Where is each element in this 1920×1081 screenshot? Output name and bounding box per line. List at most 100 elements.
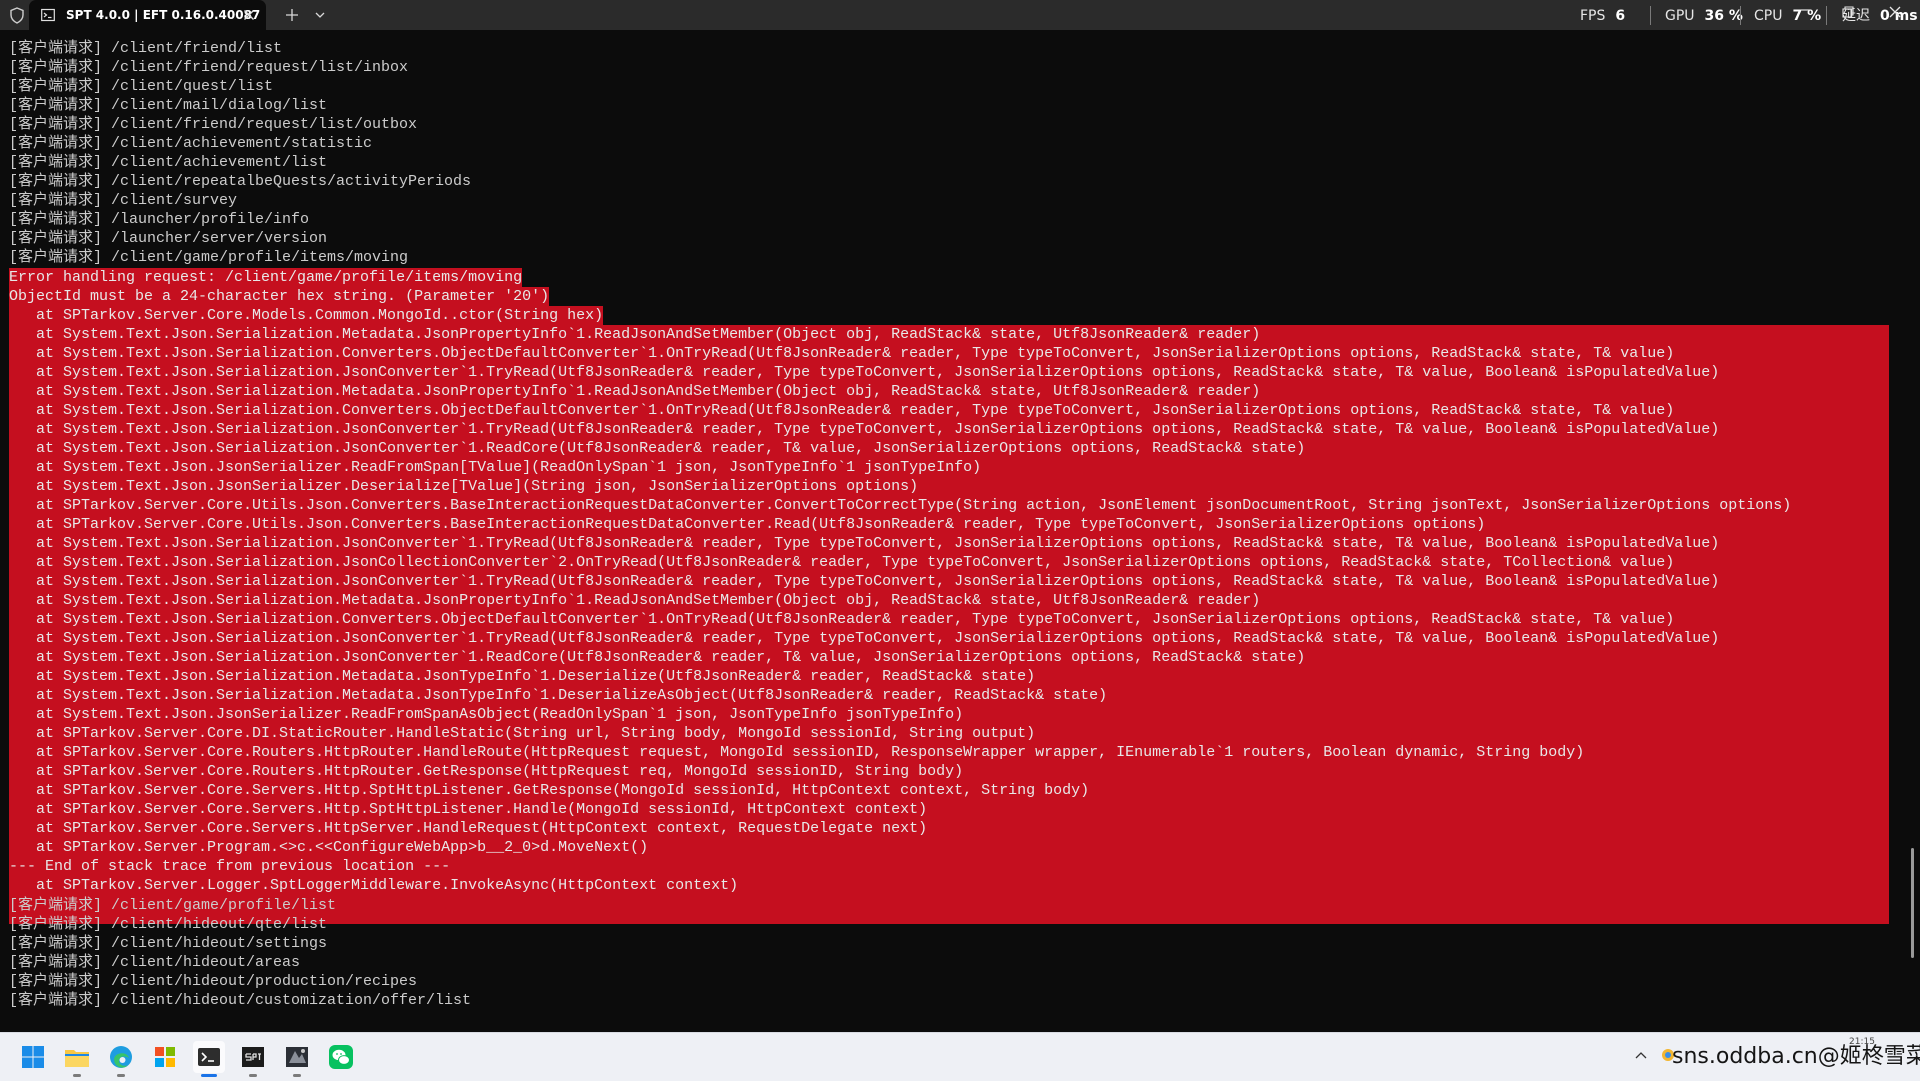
log-line: [客户端请求] /client/repeatalbeQuests/activit… bbox=[9, 173, 472, 190]
stack-line: at SPTarkov.Server.Core.Servers.HttpServ… bbox=[9, 819, 928, 838]
taskbar-tarkov[interactable] bbox=[281, 1041, 313, 1077]
stack-line: at System.Text.Json.Serialization.Metada… bbox=[9, 382, 1261, 401]
running-indicator bbox=[73, 1074, 81, 1077]
perf-divider bbox=[1650, 6, 1651, 25]
stack-line: at System.Text.Json.JsonSerializer.Deser… bbox=[9, 477, 919, 496]
stack-line: at System.Text.Json.Serialization.JsonCo… bbox=[9, 534, 1720, 553]
perf-fps: FPS 6 bbox=[1580, 8, 1625, 24]
terminal-output[interactable]: [客户端请求] /client/friend/list [客户端请求] /cli… bbox=[0, 30, 1920, 1032]
file-explorer-icon bbox=[65, 1050, 89, 1067]
error-line: ObjectId must be a 24-character hex stri… bbox=[9, 287, 550, 306]
taskbar-wechat[interactable] bbox=[325, 1041, 357, 1073]
stack-line: at SPTarkov.Server.Program.<>c.<<Configu… bbox=[9, 838, 649, 857]
stack-line: at SPTarkov.Server.Core.Routers.HttpRout… bbox=[9, 743, 1585, 762]
tray-clock[interactable]: 21:15 bbox=[1849, 1037, 1875, 1047]
log-line: [客户端请求] /client/friend/list bbox=[9, 40, 283, 57]
running-indicator bbox=[293, 1074, 301, 1077]
minimize-icon[interactable] bbox=[1800, 6, 1812, 14]
stack-line: at System.Text.Json.Serialization.Conver… bbox=[9, 610, 1675, 629]
stack-line: at System.Text.Json.JsonSerializer.ReadF… bbox=[9, 458, 982, 477]
wechat-icon bbox=[329, 1045, 353, 1069]
perf-fps-label: FPS bbox=[1580, 8, 1606, 24]
vertical-scrollbar[interactable] bbox=[1911, 848, 1914, 958]
tab-close-icon[interactable] bbox=[243, 9, 255, 21]
stack-line: at System.Text.Json.Serialization.JsonCo… bbox=[9, 629, 1720, 648]
stack-line: at System.Text.Json.Serialization.Metada… bbox=[9, 325, 1261, 344]
perf-gpu-value: 36 % bbox=[1704, 8, 1743, 24]
windows-start-icon bbox=[22, 1046, 44, 1068]
spt-launcher-icon bbox=[242, 1047, 264, 1067]
stack-line: at System.Text.Json.Serialization.JsonCo… bbox=[9, 553, 1675, 572]
close-icon[interactable] bbox=[1888, 5, 1902, 19]
performance-overlay: FPS 6 GPU 36 % CPU 7 % 延迟 0 ms bbox=[1570, 0, 1918, 30]
perf-fps-value: 6 bbox=[1615, 8, 1626, 24]
stack-line: at SPTarkov.Server.Core.Servers.Http.Spt… bbox=[9, 781, 1090, 800]
stack-line: at System.Text.Json.Serialization.Conver… bbox=[9, 344, 1675, 363]
taskbar-store[interactable] bbox=[149, 1041, 181, 1073]
stack-line: at System.Text.Json.Serialization.Conver… bbox=[9, 401, 1675, 420]
stack-line: --- End of stack trace from previous loc… bbox=[9, 857, 451, 876]
taskbar-file-explorer[interactable] bbox=[61, 1041, 93, 1077]
error-line: at SPTarkov.Server.Core.Models.Common.Mo… bbox=[9, 306, 604, 325]
log-line: [客户端请求] /client/hideout/customization/of… bbox=[9, 992, 472, 1009]
stack-line: at SPTarkov.Server.Core.Servers.Http.Spt… bbox=[9, 800, 928, 819]
perf-divider bbox=[1826, 6, 1827, 25]
tab-spt-server[interactable]: SPT 4.0.0 | EFT 0.16.0.40087 bbox=[29, 0, 266, 30]
stack-line: at SPTarkov.Server.Core.Utils.Json.Conve… bbox=[9, 515, 1486, 534]
stack-line: at System.Text.Json.Serialization.JsonCo… bbox=[9, 363, 1720, 382]
log-line: [客户端请求] /client/friend/request/list/outb… bbox=[9, 116, 418, 133]
active-indicator bbox=[201, 1074, 217, 1077]
error-line: Error handling request: /client/game/pro… bbox=[9, 268, 523, 287]
taskbar-edge[interactable] bbox=[105, 1041, 137, 1077]
shield-icon bbox=[10, 7, 24, 24]
log-line: [客户端请求] /client/hideout/qte/list bbox=[9, 916, 328, 933]
taskbar: sns.oddba.cn@姬柊雪菜 21:15 bbox=[0, 1032, 1920, 1081]
stack-line: at System.Text.Json.Serialization.Metada… bbox=[9, 667, 1036, 686]
log-line: [客户端请求] /client/quest/list bbox=[9, 78, 274, 95]
stack-line: at SPTarkov.Server.Core.Routers.HttpRout… bbox=[9, 762, 964, 781]
stack-line: at System.Text.Json.Serialization.JsonCo… bbox=[9, 648, 1306, 667]
title-bar: SPT 4.0.0 | EFT 0.16.0.40087 FPS 6 GPU 36 … bbox=[0, 0, 1920, 30]
log-line: [客户端请求] /launcher/server/version bbox=[9, 230, 328, 247]
perf-gpu-label: GPU bbox=[1665, 8, 1695, 24]
stack-line: at SPTarkov.Server.Core.DI.StaticRouter.… bbox=[9, 724, 1036, 743]
log-line: [客户端请求] /client/hideout/production/recip… bbox=[9, 973, 418, 990]
stack-line: at SPTarkov.Server.Core.Utils.Json.Conve… bbox=[9, 496, 1792, 515]
log-line: [客户端请求] /client/hideout/settings bbox=[9, 935, 328, 952]
restore-icon[interactable] bbox=[1842, 6, 1854, 18]
store-icon bbox=[155, 1047, 175, 1067]
taskbar-spt-launcher[interactable] bbox=[237, 1041, 269, 1077]
perf-gpu: GPU 36 % bbox=[1665, 8, 1743, 24]
perf-divider bbox=[1740, 6, 1741, 25]
stack-line: at System.Text.Json.Serialization.Metada… bbox=[9, 591, 1261, 610]
new-tab-plus-icon[interactable] bbox=[285, 8, 299, 22]
tarkov-game-icon bbox=[286, 1047, 308, 1067]
system-tray: sns.oddba.cn@姬柊雪菜 21:15 bbox=[1625, 1033, 1920, 1081]
log-line: [客户端请求] /client/hideout/areas bbox=[9, 954, 301, 971]
stack-line: at System.Text.Json.Serialization.JsonCo… bbox=[9, 420, 1720, 439]
stack-line: at System.Text.Json.Serialization.JsonCo… bbox=[9, 572, 1720, 591]
chevron-down-icon[interactable] bbox=[315, 11, 325, 19]
edge-browser-icon bbox=[110, 1046, 132, 1068]
log-line: [客户端请求] /client/achievement/list bbox=[9, 154, 328, 171]
watermark-text: sns.oddba.cn@姬柊雪菜 bbox=[1672, 1044, 1920, 1069]
log-line: [客户端请求] /client/mail/dialog/list bbox=[9, 97, 328, 114]
log-line: [客户端请求] /client/game/profile/items/movin… bbox=[9, 249, 409, 266]
running-indicator bbox=[249, 1074, 257, 1077]
running-indicator bbox=[117, 1074, 125, 1077]
log-line: [客户端请求] /launcher/profile/info bbox=[9, 211, 310, 228]
terminal-icon bbox=[198, 1048, 220, 1066]
stack-line: at System.Text.Json.JsonSerializer.ReadF… bbox=[9, 705, 964, 724]
log-line: [客户端请求] /client/game/profile/list bbox=[9, 897, 337, 914]
stack-line: at System.Text.Json.Serialization.Metada… bbox=[9, 686, 1108, 705]
log-line: [客户端请求] /client/friend/request/list/inbo… bbox=[9, 59, 409, 76]
chevron-up-icon[interactable] bbox=[1635, 1051, 1647, 1059]
stack-line: at SPTarkov.Server.Logger.SptLoggerMiddl… bbox=[9, 876, 739, 895]
terminal-tab-icon bbox=[41, 8, 55, 22]
log-line: [客户端请求] /client/survey bbox=[9, 192, 238, 209]
stack-line: at System.Text.Json.Serialization.JsonCo… bbox=[9, 439, 1306, 458]
taskbar-terminal[interactable] bbox=[193, 1041, 225, 1077]
perf-cpu-label: CPU bbox=[1754, 8, 1783, 24]
log-line: [客户端请求] /client/achievement/statistic bbox=[9, 135, 373, 152]
start-button[interactable] bbox=[17, 1041, 49, 1073]
